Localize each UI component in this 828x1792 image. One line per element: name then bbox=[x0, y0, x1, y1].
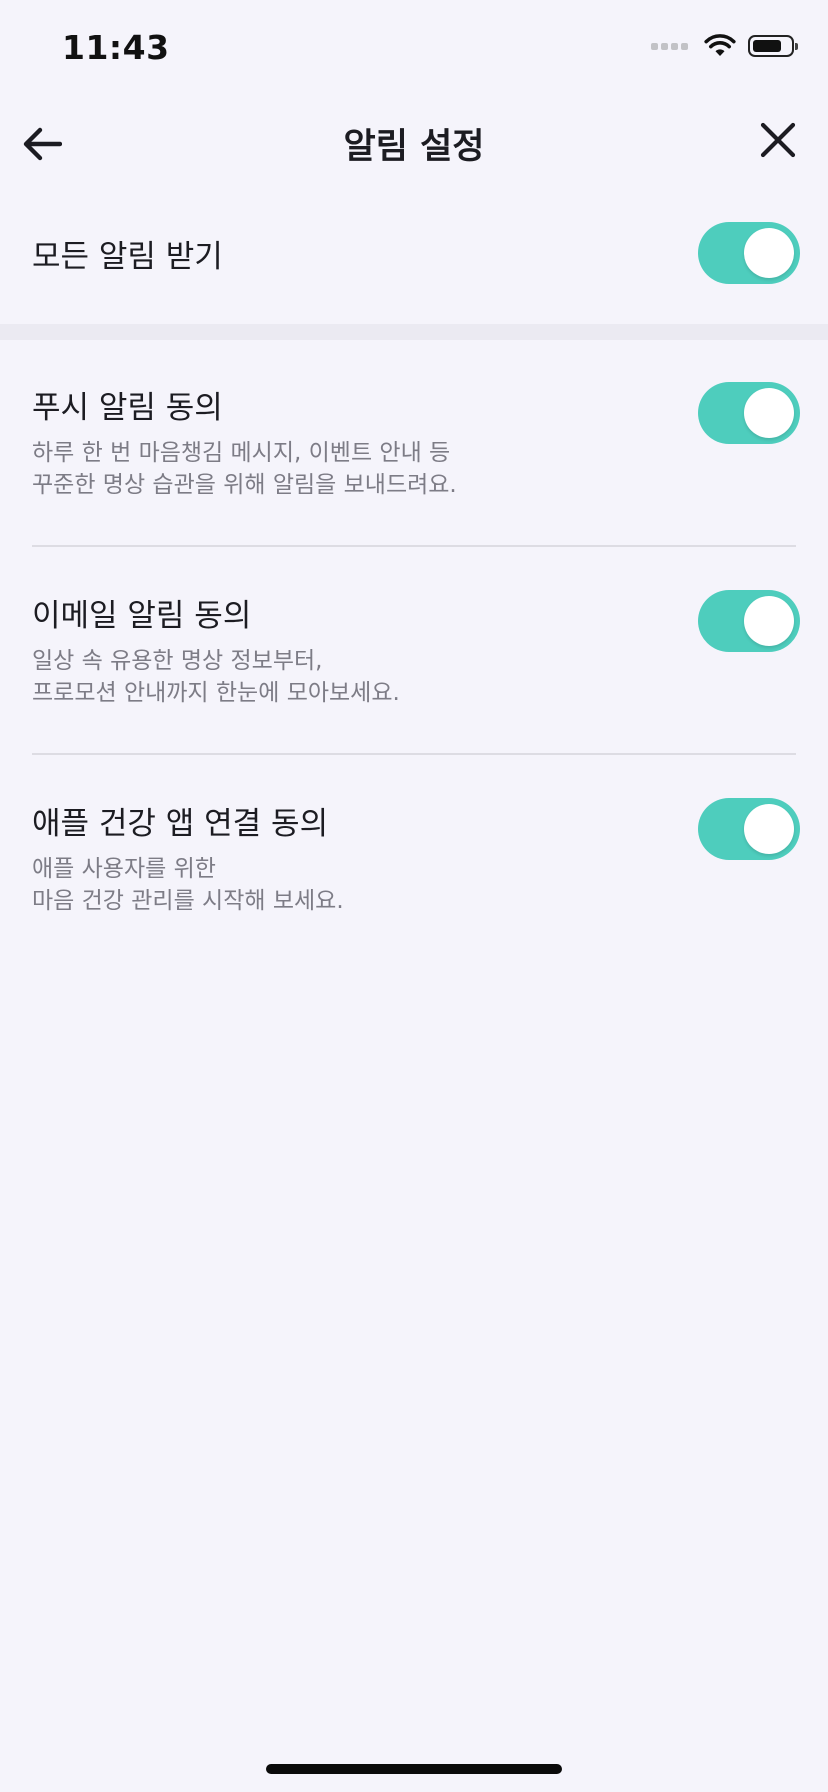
all-notifications-row: 모든 알림 받기 bbox=[0, 196, 828, 306]
section-divider bbox=[0, 324, 828, 340]
apple-health-toggle[interactable] bbox=[698, 798, 800, 860]
push-notification-description-line: 꾸준한 명상 습관을 위해 알림을 보내드려요. bbox=[32, 472, 457, 498]
all-notifications-toggle[interactable] bbox=[698, 222, 800, 284]
signal-dots-icon bbox=[651, 42, 688, 50]
push-notification-description-line: 하루 한 번 마음챙김 메시지, 이벤트 안내 등 bbox=[32, 440, 451, 466]
email-notification-description-line: 프로모션 안내까지 한눈에 모아보세요. bbox=[32, 680, 400, 706]
toggle-knob bbox=[744, 388, 794, 438]
status-icons bbox=[651, 34, 798, 58]
close-button[interactable] bbox=[752, 114, 804, 166]
apple-health-description-line: 애플 사용자를 위한 bbox=[32, 856, 216, 882]
email-notification-description: 일상 속 유용한 명상 정보부터, 프로모션 안내까지 한눈에 모아보세요. bbox=[32, 645, 400, 709]
push-notification-label: 푸시 알림 동의 bbox=[32, 390, 223, 426]
toggle-knob bbox=[744, 596, 794, 646]
close-icon bbox=[760, 122, 796, 158]
status-time: 11:43 bbox=[62, 28, 170, 67]
home-indicator bbox=[266, 1764, 562, 1774]
divider bbox=[32, 545, 796, 547]
apple-health-label: 애플 건강 앱 연결 동의 bbox=[32, 806, 329, 842]
status-bar: 11:43 bbox=[0, 0, 828, 100]
email-notification-description-line: 일상 속 유용한 명상 정보부터, bbox=[32, 648, 323, 674]
page-title: 알림 설정 bbox=[343, 127, 485, 167]
wifi-icon bbox=[704, 34, 736, 56]
nav-bar: 알림 설정 bbox=[0, 100, 828, 182]
battery-icon bbox=[748, 35, 798, 57]
divider bbox=[32, 753, 796, 755]
apple-health-description-line: 마음 건강 관리를 시작해 보세요. bbox=[32, 888, 344, 914]
all-notifications-label: 모든 알림 받기 bbox=[32, 239, 223, 275]
push-notification-description: 하루 한 번 마음챙김 메시지, 이벤트 안내 등 꾸준한 명상 습관을 위해 … bbox=[32, 437, 457, 501]
toggle-knob bbox=[744, 804, 794, 854]
push-notification-toggle[interactable] bbox=[698, 382, 800, 444]
apple-health-description: 애플 사용자를 위한 마음 건강 관리를 시작해 보세요. bbox=[32, 853, 344, 917]
toggle-knob bbox=[744, 228, 794, 278]
email-notification-toggle[interactable] bbox=[698, 590, 800, 652]
email-notification-label: 이메일 알림 동의 bbox=[32, 598, 252, 634]
